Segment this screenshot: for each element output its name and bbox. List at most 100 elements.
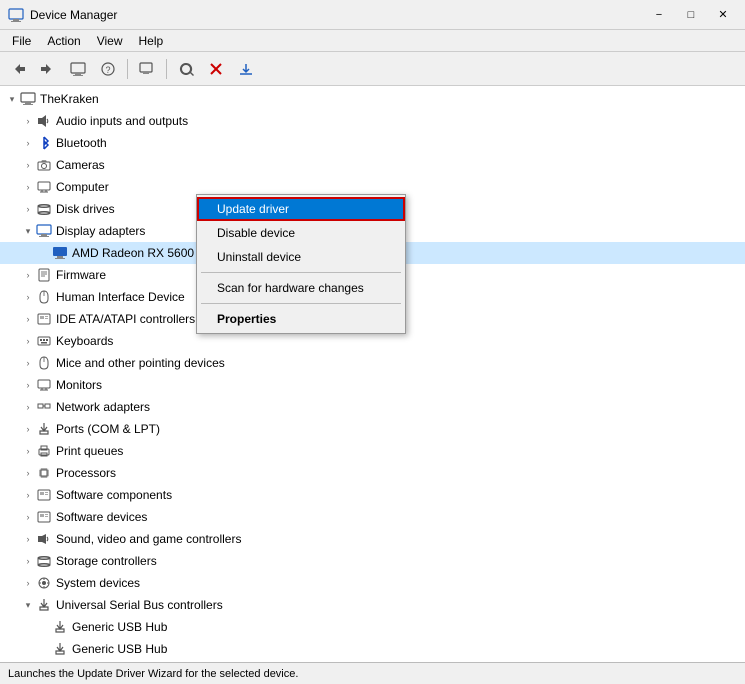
tree-toggle-firmware[interactable]: ›	[20, 267, 36, 283]
tree-item-usb2[interactable]: Generic USB Hub	[0, 638, 745, 660]
install-button[interactable]	[232, 55, 260, 83]
tree-toggle-disk[interactable]: ›	[20, 201, 36, 217]
tree-item-usb[interactable]: ▾ Universal Serial Bus controllers	[0, 594, 745, 616]
toolbar-sep-2	[166, 59, 167, 79]
window-controls: − □ ✕	[645, 5, 737, 25]
menu-view[interactable]: View	[89, 32, 131, 50]
tree-toggle-usb1	[36, 619, 52, 635]
tree-label-software-comp: Software components	[56, 488, 172, 502]
tree-toggle-display[interactable]: ▾	[20, 223, 36, 239]
tree-icon-usb	[36, 597, 52, 613]
tree-toggle-keyboards[interactable]: ›	[20, 333, 36, 349]
tree-toggle-print[interactable]: ›	[20, 443, 36, 459]
maximize-button[interactable]: □	[677, 5, 705, 25]
computer-button[interactable]	[133, 55, 161, 83]
tree-icon-software-comp	[36, 487, 52, 503]
tree-toggle-ide[interactable]: ›	[20, 311, 36, 327]
tree-item-system[interactable]: › System devices	[0, 572, 745, 594]
tree-item-software-comp[interactable]: › Software components	[0, 484, 745, 506]
scan-button[interactable]	[172, 55, 200, 83]
tree-icon-disk	[36, 201, 52, 217]
tree-icon-print	[36, 443, 52, 459]
tree-icon-mice	[36, 355, 52, 371]
tree-label-print: Print queues	[56, 444, 123, 458]
tree-label-computer: Computer	[56, 180, 109, 194]
tree-label-amd: AMD Radeon RX 5600 XT	[72, 246, 213, 260]
tree-toggle-bluetooth[interactable]: ›	[20, 135, 36, 151]
tree-toggle-software-comp[interactable]: ›	[20, 487, 36, 503]
tree-icon-ide	[36, 311, 52, 327]
menu-help[interactable]: Help	[131, 32, 172, 50]
tree-item-cameras[interactable]: › Cameras	[0, 154, 745, 176]
status-text: Launches the Update Driver Wizard for th…	[8, 668, 298, 680]
tree-item-monitors[interactable]: › Monitors	[0, 374, 745, 396]
ctx-separator	[201, 303, 401, 304]
tree-icon-display	[36, 223, 52, 239]
tree-label-hid: Human Interface Device	[56, 290, 185, 304]
tree-icon-monitors	[36, 377, 52, 393]
ctx-item-properties[interactable]: Properties	[197, 307, 405, 331]
ctx-item-scan-changes[interactable]: Scan for hardware changes	[197, 276, 405, 300]
tree-toggle-network[interactable]: ›	[20, 399, 36, 415]
tree-toggle-usb2	[36, 641, 52, 657]
tree-toggle-monitors[interactable]: ›	[20, 377, 36, 393]
tree-toggle-software-dev[interactable]: ›	[20, 509, 36, 525]
app-icon	[8, 7, 24, 23]
tree-item-storage[interactable]: › Storage controllers	[0, 550, 745, 572]
show-hide-button[interactable]	[64, 55, 92, 83]
svg-text:?: ?	[105, 65, 110, 75]
tree-icon-keyboards	[36, 333, 52, 349]
ctx-item-uninstall-device[interactable]: Uninstall device	[197, 245, 405, 269]
tree-icon-cameras	[36, 157, 52, 173]
uninstall-button[interactable]	[202, 55, 230, 83]
tree-toggle-computer[interactable]: ›	[20, 179, 36, 195]
tree-item-bluetooth[interactable]: › Bluetooth	[0, 132, 745, 154]
help-button[interactable]: ?	[94, 55, 122, 83]
tree-item-network[interactable]: › Network adapters	[0, 396, 745, 418]
tree-toggle-system[interactable]: ›	[20, 575, 36, 591]
toolbar-sep-1	[127, 59, 128, 79]
tree-item-mice[interactable]: › Mice and other pointing devices	[0, 352, 745, 374]
tree-item-audio[interactable]: › Audio inputs and outputs	[0, 110, 745, 132]
tree-icon-bluetooth	[36, 135, 52, 151]
forward-button[interactable]	[34, 55, 62, 83]
ctx-item-update-driver[interactable]: Update driver	[197, 197, 405, 221]
status-bar: Launches the Update Driver Wizard for th…	[0, 662, 745, 684]
tree-icon-network	[36, 399, 52, 415]
tree-label-network: Network adapters	[56, 400, 150, 414]
tree-toggle-ports[interactable]: ›	[20, 421, 36, 437]
toolbar: ?	[0, 52, 745, 86]
tree-icon-storage	[36, 553, 52, 569]
tree-toggle-mice[interactable]: ›	[20, 355, 36, 371]
tree-item-thekraken[interactable]: ▾ TheKraken	[0, 88, 745, 110]
tree-item-print[interactable]: › Print queues	[0, 440, 745, 462]
tree-item-ports[interactable]: › Ports (COM & LPT)	[0, 418, 745, 440]
menu-action[interactable]: Action	[39, 32, 88, 50]
window-title: Device Manager	[30, 8, 645, 22]
menu-file[interactable]: File	[4, 32, 39, 50]
tree-icon-amd	[52, 245, 68, 261]
tree-item-processors[interactable]: › Processors	[0, 462, 745, 484]
tree-toggle-usb[interactable]: ▾	[20, 597, 36, 613]
close-button[interactable]: ✕	[709, 5, 737, 25]
ctx-separator	[201, 272, 401, 273]
tree-toggle-cameras[interactable]: ›	[20, 157, 36, 173]
tree-toggle-thekraken[interactable]: ▾	[4, 91, 20, 107]
tree-item-sound[interactable]: › Sound, video and game controllers	[0, 528, 745, 550]
tree-icon-processors	[36, 465, 52, 481]
tree-toggle-hid[interactable]: ›	[20, 289, 36, 305]
back-button[interactable]	[4, 55, 32, 83]
tree-toggle-processors[interactable]: ›	[20, 465, 36, 481]
tree-label-disk: Disk drives	[56, 202, 115, 216]
tree-item-usb1[interactable]: Generic USB Hub	[0, 616, 745, 638]
ctx-item-disable-device[interactable]: Disable device	[197, 221, 405, 245]
minimize-button[interactable]: −	[645, 5, 673, 25]
tree-label-ports: Ports (COM & LPT)	[56, 422, 160, 436]
tree-toggle-sound[interactable]: ›	[20, 531, 36, 547]
tree-item-software-dev[interactable]: › Software devices	[0, 506, 745, 528]
tree-icon-sound	[36, 531, 52, 547]
tree-view: ▾ TheKraken› Audio inputs and outputs› B…	[0, 86, 745, 662]
tree-toggle-storage[interactable]: ›	[20, 553, 36, 569]
tree-toggle-audio[interactable]: ›	[20, 113, 36, 129]
tree-icon-usb1	[52, 619, 68, 635]
